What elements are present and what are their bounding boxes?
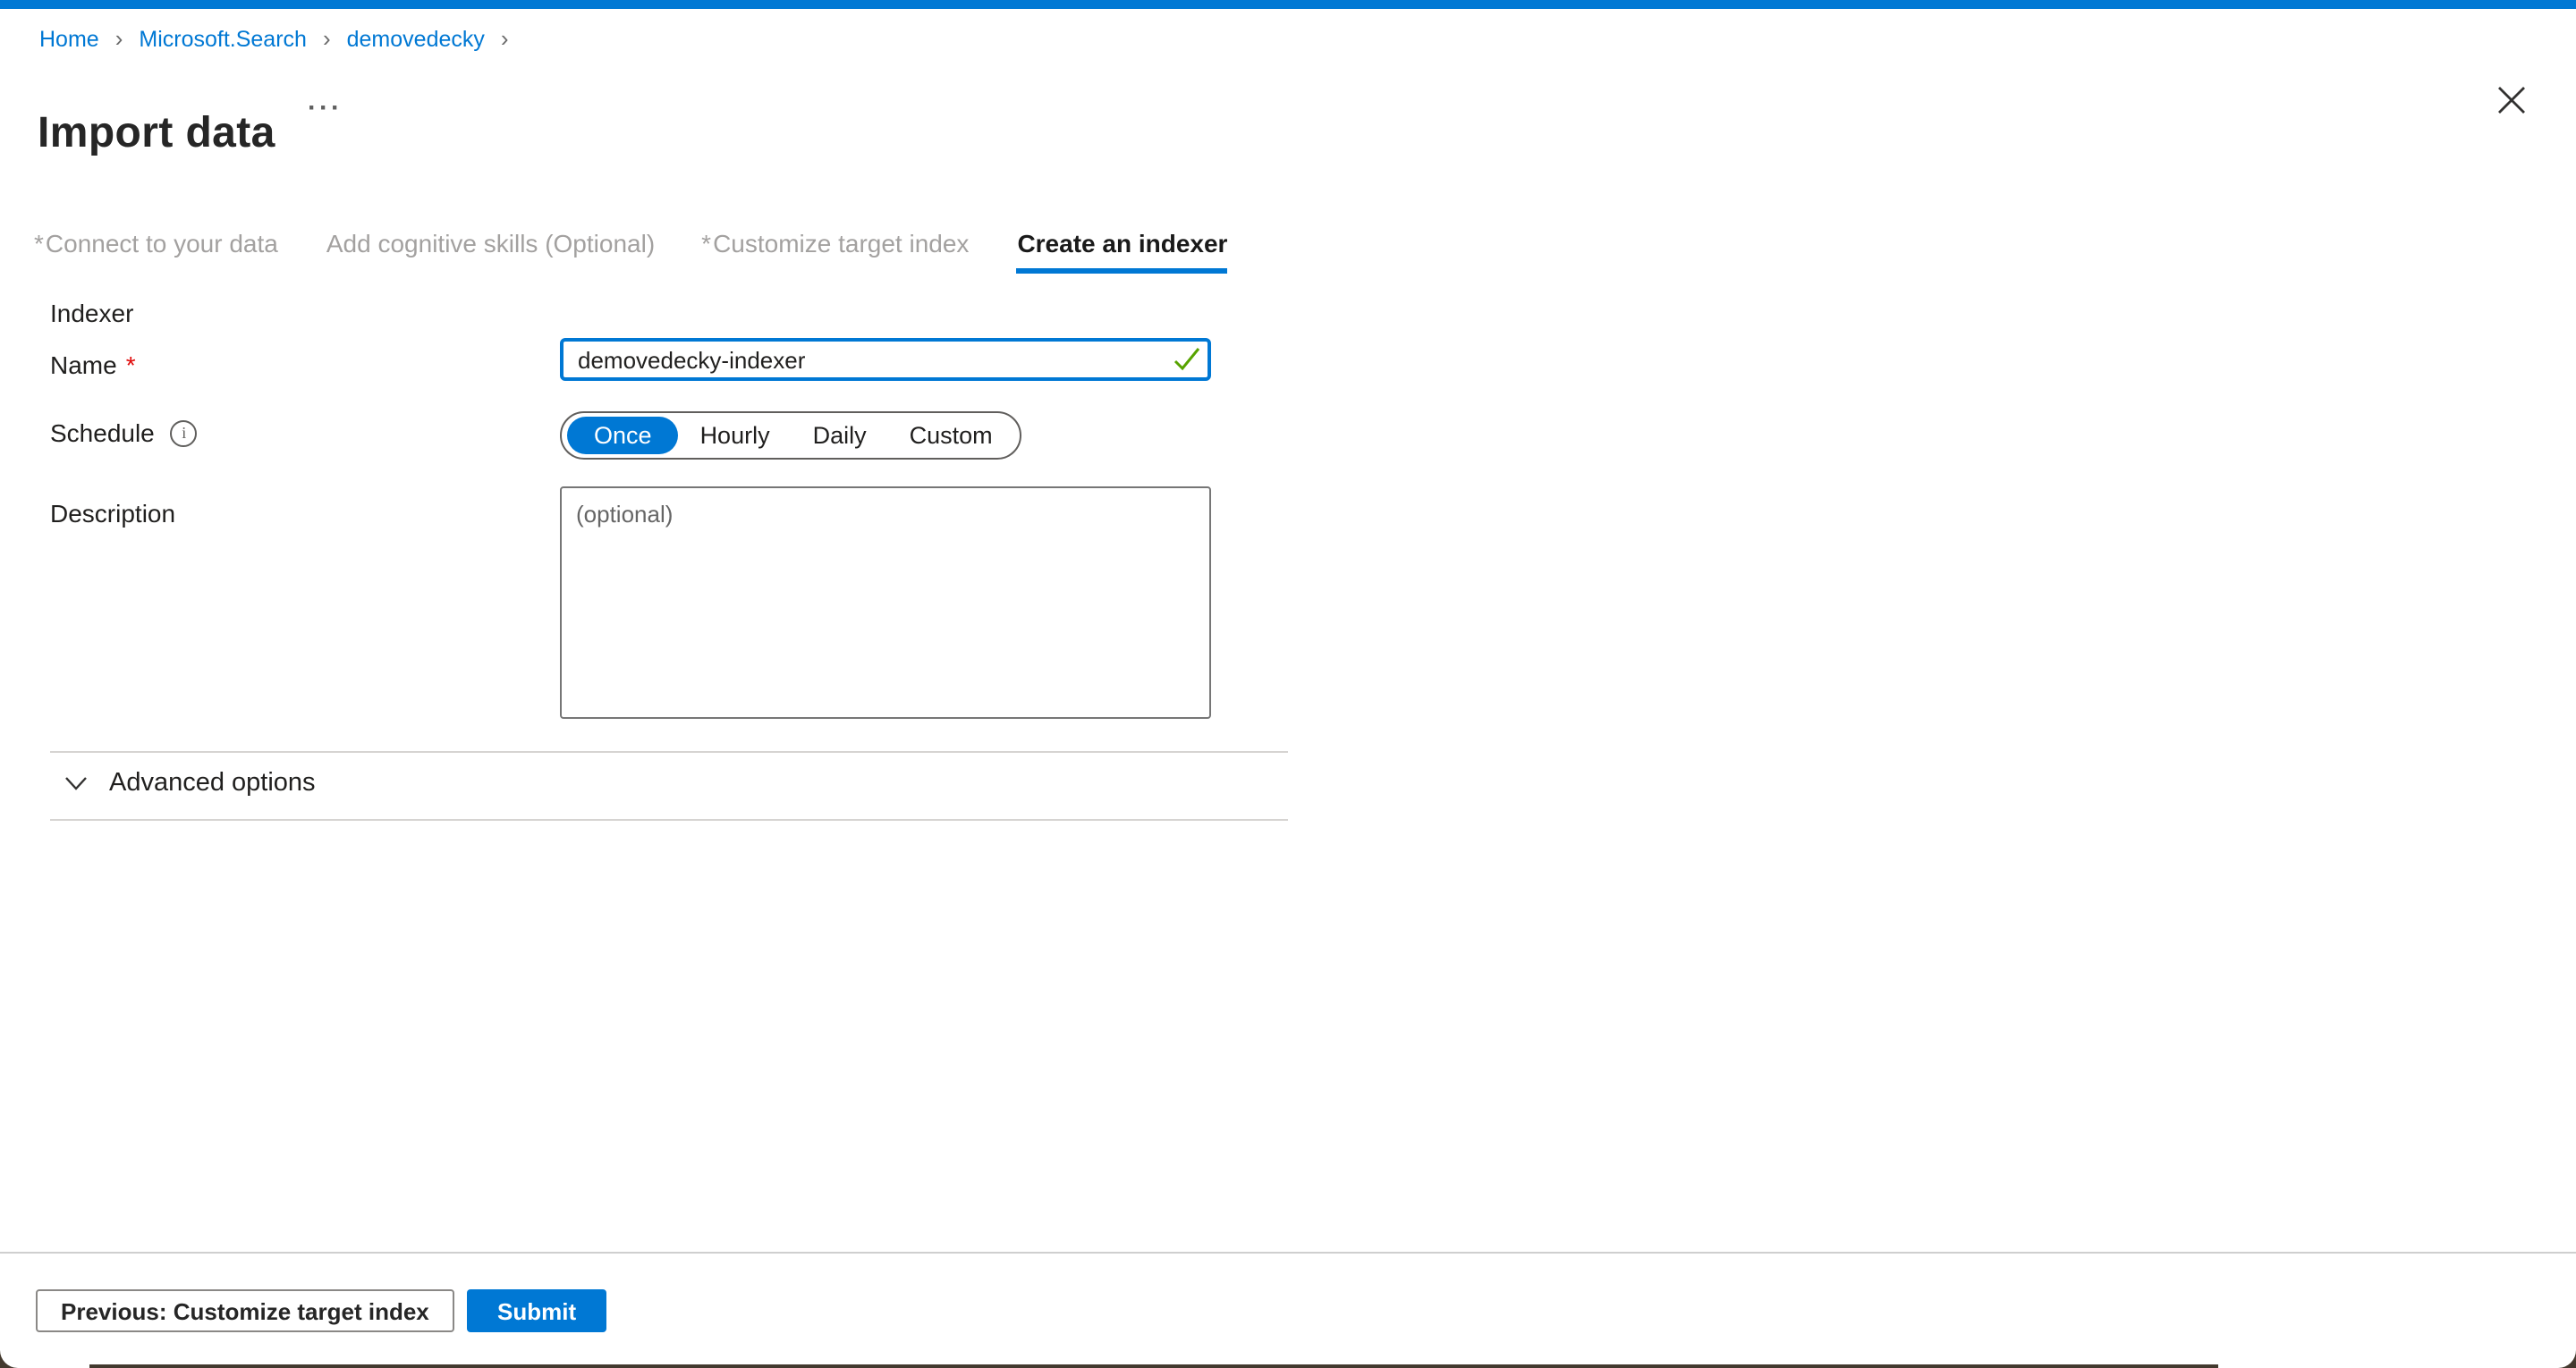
tab-required-marker: * xyxy=(701,229,711,258)
close-icon[interactable] xyxy=(2496,84,2528,116)
tab-create-an-indexer[interactable]: Create an indexer xyxy=(1015,229,1227,258)
chevron-down-icon xyxy=(64,776,88,790)
breadcrumb-link-resource[interactable]: demovedecky xyxy=(347,27,485,52)
portal-top-accent-bar xyxy=(0,0,2576,9)
schedule-option-daily[interactable]: Daily xyxy=(792,417,888,454)
page-title: Import data xyxy=(38,109,275,159)
tab-label: Customize target index xyxy=(713,229,969,258)
breadcrumb-separator-icon: › xyxy=(115,26,123,49)
submit-button[interactable]: Submit xyxy=(467,1289,606,1332)
breadcrumb-link-home[interactable]: Home xyxy=(39,27,99,52)
tab-customize-target-index[interactable]: *Customize target index xyxy=(701,229,969,258)
footer-divider xyxy=(0,1252,2576,1254)
valid-check-icon xyxy=(1174,347,1200,372)
wizard-tabs: *Connect to your data Add cognitive skil… xyxy=(34,229,1227,258)
breadcrumb: Home › Microsoft.Search › demovedecky › xyxy=(39,27,509,52)
desktop-edge-strip xyxy=(89,1364,2218,1368)
schedule-option-hourly[interactable]: Hourly xyxy=(679,417,792,454)
description-field-label: Description xyxy=(50,499,175,528)
breadcrumb-link-service[interactable]: Microsoft.Search xyxy=(139,27,307,52)
tab-label: Add cognitive skills (Optional) xyxy=(326,229,655,258)
name-label-text: Name xyxy=(50,350,117,379)
import-data-panel: Home › Microsoft.Search › demovedecky › … xyxy=(0,0,2576,1368)
tab-connect-to-your-data[interactable]: *Connect to your data xyxy=(34,229,278,258)
divider xyxy=(50,819,1288,821)
tab-label: Create an indexer xyxy=(1017,229,1227,258)
schedule-field-label: Schedule i xyxy=(50,418,198,447)
name-field-label: Name * xyxy=(50,350,136,379)
schedule-option-custom[interactable]: Custom xyxy=(888,417,1014,454)
divider xyxy=(50,751,1288,753)
description-textarea[interactable] xyxy=(560,486,1211,719)
tab-label: Connect to your data xyxy=(46,229,278,258)
more-options-icon[interactable]: ··· xyxy=(308,93,343,123)
info-icon[interactable]: i xyxy=(171,419,198,446)
required-asterisk: * xyxy=(126,350,136,379)
advanced-options-label: Advanced options xyxy=(109,769,316,798)
schedule-option-once[interactable]: Once xyxy=(567,417,679,454)
viewport: Home › Microsoft.Search › demovedecky › … xyxy=(0,0,2576,1368)
breadcrumb-separator-icon: › xyxy=(501,26,509,49)
schedule-toggle-group: Once Hourly Daily Custom xyxy=(560,411,1021,460)
tab-required-marker: * xyxy=(34,229,44,258)
previous-step-button[interactable]: Previous: Customize target index xyxy=(36,1289,454,1332)
schedule-label-text: Schedule xyxy=(50,418,155,447)
indexer-section-heading: Indexer xyxy=(50,299,133,327)
tab-add-cognitive-skills[interactable]: Add cognitive skills (Optional) xyxy=(325,229,655,258)
indexer-name-input[interactable] xyxy=(560,338,1211,381)
breadcrumb-separator-icon: › xyxy=(323,26,331,49)
description-label-text: Description xyxy=(50,499,175,528)
advanced-options-toggle[interactable]: Advanced options xyxy=(64,769,316,798)
